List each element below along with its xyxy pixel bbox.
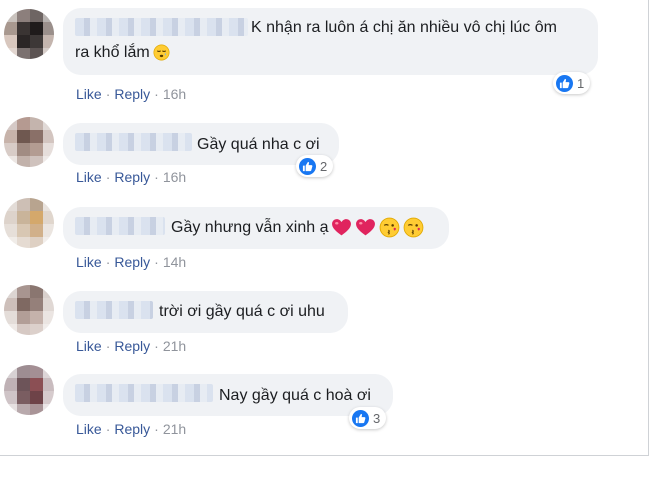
kiss-face-emoji-icon xyxy=(380,217,400,238)
comment-bubble: K nhận ra luôn á chị ăn nhiều vô chị lúc… xyxy=(63,8,598,75)
comment-3: Gầy nhưng vẫn xinh ạ Like · Reply · 14h xyxy=(0,195,648,280)
comment-text: Gầy nhưng vẫn xinh ạ xyxy=(171,216,424,239)
reaction-count[interactable]: 3 xyxy=(349,407,387,429)
sleepy-face-emoji-icon xyxy=(153,44,170,61)
comment-text: trời ơi gầy quá c ơi uhu xyxy=(159,303,325,320)
commenter-name-blurred[interactable] xyxy=(75,18,248,36)
comment-bubble: Nay gầy quá c hoà ơi xyxy=(63,374,393,416)
separator-dot: · xyxy=(105,254,111,270)
separator-dot: · xyxy=(154,254,159,270)
comment-actions: Like · Reply · 21h xyxy=(76,338,186,354)
comment-actions: Like · Reply · 14h xyxy=(76,254,186,270)
timestamp[interactable]: 21h xyxy=(163,338,186,354)
comment-5: Nay gầy quá c hoà ơi 3 Like · Reply · 21h xyxy=(0,362,648,447)
reaction-number: 2 xyxy=(320,158,328,174)
comment-actions: Like · Reply · 16h xyxy=(76,86,186,102)
comment-actions: Like · Reply · 16h xyxy=(76,169,186,185)
reply-link[interactable]: Reply xyxy=(114,254,150,270)
comment-text-line-2: ra khổ lắm xyxy=(75,41,170,64)
separator-dot: · xyxy=(154,169,159,185)
frame-border-bottom xyxy=(0,455,649,456)
comment-text: K nhận ra luôn á chị ăn nhiều vô chị lúc… xyxy=(251,19,557,36)
separator-dot: · xyxy=(154,86,159,102)
reaction-number: 3 xyxy=(373,410,381,426)
commenter-name-blurred[interactable] xyxy=(75,133,192,151)
reply-link[interactable]: Reply xyxy=(114,338,150,354)
like-link[interactable]: Like xyxy=(76,86,102,102)
separator-dot: · xyxy=(105,338,111,354)
commenter-name-blurred[interactable] xyxy=(75,301,153,319)
red-heart-emoji-icon xyxy=(356,219,376,236)
comment-4: trời ơi gầy quá c ơi uhu Like · Reply · 21h xyxy=(0,281,648,361)
timestamp[interactable]: 16h xyxy=(163,86,186,102)
reaction-count[interactable]: 2 xyxy=(296,155,334,177)
like-reaction-icon xyxy=(299,157,316,175)
comment-actions: Like · Reply · 21h xyxy=(76,421,186,437)
comment-bubble: trời ơi gầy quá c ơi uhu xyxy=(63,291,348,333)
separator-dot: · xyxy=(154,421,159,437)
avatar[interactable] xyxy=(4,285,54,335)
commenter-name-blurred[interactable] xyxy=(75,217,165,235)
like-reaction-icon xyxy=(556,74,573,92)
kiss-face-emoji-icon xyxy=(404,217,424,238)
timestamp[interactable]: 21h xyxy=(163,421,186,437)
red-heart-emoji-icon xyxy=(332,219,352,236)
separator-dot: · xyxy=(105,86,111,102)
separator-dot: · xyxy=(105,169,111,185)
reply-link[interactable]: Reply xyxy=(114,169,150,185)
timestamp[interactable]: 14h xyxy=(163,254,186,270)
avatar[interactable] xyxy=(4,365,54,415)
avatar[interactable] xyxy=(4,9,54,59)
comment-1: K nhận ra luôn á chị ăn nhiều vô chị lúc… xyxy=(0,0,648,110)
comment-2: Gầy quá nha c ơi 2 Like · Reply · 16h xyxy=(0,112,648,192)
separator-dot: · xyxy=(154,338,159,354)
commenter-name-blurred[interactable] xyxy=(75,384,213,402)
reply-link[interactable]: Reply xyxy=(114,86,150,102)
frame-border-right xyxy=(648,0,649,455)
reaction-number: 1 xyxy=(577,75,585,91)
comment-text: Nay gầy quá c hoà ơi xyxy=(219,387,371,404)
timestamp[interactable]: 16h xyxy=(163,169,186,185)
separator-dot: · xyxy=(105,421,111,437)
like-link[interactable]: Like xyxy=(76,338,102,354)
avatar[interactable] xyxy=(4,117,54,167)
reaction-count[interactable]: 1 xyxy=(553,72,591,94)
comment-text: Gầy quá nha c ơi xyxy=(197,136,320,153)
like-link[interactable]: Like xyxy=(76,254,102,270)
like-link[interactable]: Like xyxy=(76,421,102,437)
comment-bubble: Gầy nhưng vẫn xinh ạ xyxy=(63,207,449,249)
reply-link[interactable]: Reply xyxy=(114,421,150,437)
like-link[interactable]: Like xyxy=(76,169,102,185)
like-reaction-icon xyxy=(352,409,369,427)
avatar[interactable] xyxy=(4,198,54,248)
